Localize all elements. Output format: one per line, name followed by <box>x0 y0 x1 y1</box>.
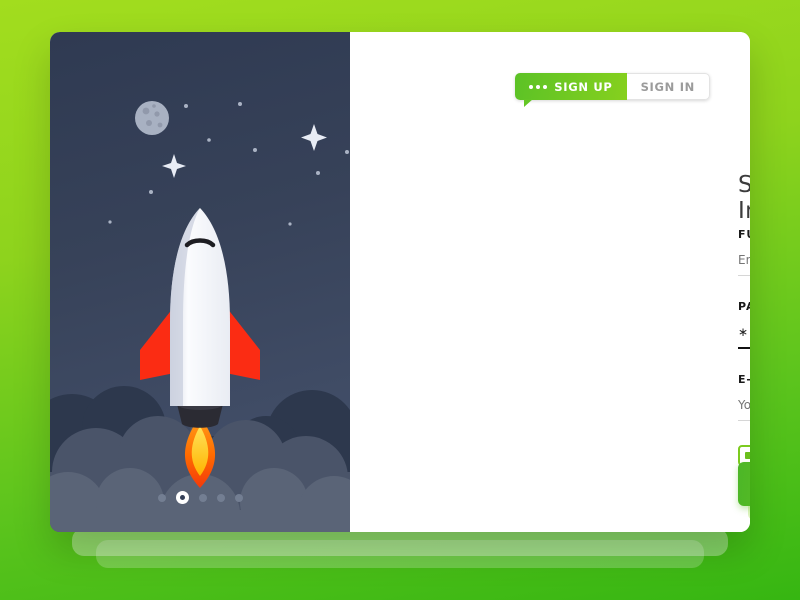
carousel-dot-3[interactable] <box>198 493 207 502</box>
tab-sign-up[interactable]: SIGN UP <box>515 73 627 107</box>
email-input[interactable] <box>738 398 750 421</box>
password-label: PASSWORD <box>738 300 750 313</box>
auth-card: SIGN UP SIGN IN Sign In or Sign Up FULL … <box>50 32 750 532</box>
auth-mode-toggle[interactable]: SIGN UP SIGN IN <box>515 73 710 107</box>
tab-sign-in[interactable]: SIGN IN <box>626 73 710 100</box>
carousel-dot-4[interactable] <box>216 493 225 502</box>
sign-up-button[interactable]: SIGN UP <box>738 462 750 506</box>
heading-sign-in[interactable]: Sign In <box>738 172 750 224</box>
rocket-launch-illustration <box>50 32 350 532</box>
carousel-dot-2-active[interactable] <box>175 491 189 504</box>
full-name-input[interactable] <box>738 253 750 276</box>
carousel-dots[interactable] <box>50 491 350 504</box>
field-email: E-MAIL <box>738 373 750 421</box>
carousel-dot-1[interactable] <box>157 493 166 502</box>
field-password: PASSWORD ∗ ∗ ∗ ∗ ∗ ∗ ∗ ∗ <box>738 300 750 349</box>
password-input[interactable]: ∗ ∗ ∗ ∗ ∗ ∗ ∗ ∗ <box>738 325 750 349</box>
page-title: Sign In or Sign Up <box>738 172 750 229</box>
submit-button-wrap: SIGN UP <box>738 462 750 520</box>
form-panel: SIGN UP SIGN IN Sign In or Sign Up FULL … <box>350 32 750 532</box>
sparkle-star-icon <box>162 154 186 178</box>
action-row: SIGN UP I'm already member <box>738 462 750 520</box>
field-full-name: FULL NAME <box>738 228 750 276</box>
illustration-svg <box>50 101 350 532</box>
signup-form: FULL NAME PASSWORD ∗ ∗ ∗ ∗ ∗ ∗ ∗ ∗ E-MAI… <box>738 228 750 466</box>
tab-sign-in-label: SIGN IN <box>640 79 695 94</box>
sparkle-star-icon <box>301 124 327 151</box>
carousel-dot-5[interactable] <box>234 493 243 502</box>
stacked-card-layer-2 <box>96 540 704 568</box>
rocket-icon <box>140 208 260 428</box>
three-dots-icon <box>529 84 548 89</box>
full-name-label: FULL NAME <box>738 228 750 241</box>
moon-icon <box>135 101 169 135</box>
email-label: E-MAIL <box>738 373 750 386</box>
tab-sign-up-label: SIGN UP <box>554 79 613 94</box>
